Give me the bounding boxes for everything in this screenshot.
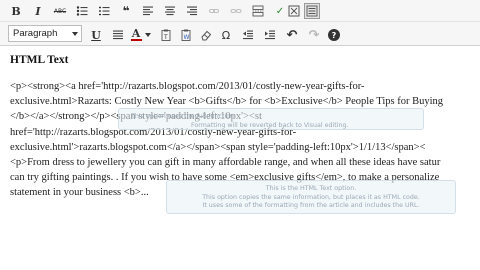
tooltip-text: This option copies the same information,… <box>202 193 420 201</box>
help-button[interactable]: ? <box>326 27 342 43</box>
tooltip-text: Formatting will be reverted back to Visu… <box>191 121 349 129</box>
text-color-icon: A <box>131 27 141 40</box>
remove-link-button[interactable] <box>228 3 244 19</box>
editor-heading: HTML Text <box>10 54 69 66</box>
kitchen-sink-button[interactable] <box>304 3 320 19</box>
redo-icon: ↷ <box>308 27 320 43</box>
tooltip-text: This is the HTML Text option. <box>265 185 357 192</box>
numbered-list-icon <box>99 6 110 16</box>
fullscreen-button[interactable] <box>286 3 302 19</box>
svg-text:T: T <box>163 34 168 41</box>
spellcheck-icon: ✓ <box>275 5 285 17</box>
paste-word-icon: W <box>181 29 191 41</box>
insert-link-button[interactable] <box>206 3 222 19</box>
editor-area[interactable]: HTML Text <p><strong><a href='http://raz… <box>0 47 480 270</box>
align-justify-icon <box>113 30 123 40</box>
paste-as-text-button[interactable]: T <box>158 27 174 43</box>
strikethrough-icon: ABC <box>53 7 67 15</box>
outdent-icon <box>243 30 253 40</box>
text-color-dropdown[interactable] <box>144 27 152 43</box>
format-select-value: Paragraph <box>13 28 58 39</box>
fullscreen-icon <box>288 5 300 17</box>
italic-icon: I <box>35 4 41 18</box>
text-color-button[interactable]: A <box>128 27 144 43</box>
eraser-icon <box>201 30 212 41</box>
indent-icon <box>265 30 275 40</box>
chevron-down-icon <box>72 32 78 36</box>
bold-icon: B <box>11 4 21 18</box>
undo-icon: ↶ <box>286 27 298 43</box>
html-text-tooltip: This is the HTML Text option. This optio… <box>166 180 456 214</box>
svg-text:W: W <box>184 34 190 41</box>
tooltip-text: This option uses the full function. <box>131 113 236 120</box>
format-select[interactable]: Paragraph <box>8 25 82 42</box>
bullet-list-button[interactable] <box>74 3 90 19</box>
tooltip-text: It uses some of the formatting from the … <box>202 202 420 210</box>
blockquote-button[interactable]: ❝ <box>118 3 134 19</box>
insert-more-button[interactable] <box>250 3 266 19</box>
underline-icon: U <box>91 28 101 42</box>
omega-icon: Ω <box>221 28 231 42</box>
special-character-button[interactable]: Ω <box>218 27 234 43</box>
align-center-icon <box>165 6 175 16</box>
bullet-list-icon <box>76 6 88 16</box>
code-line: exclusive.html'>razarts.blogspot.com</a>… <box>10 141 426 153</box>
align-center-button[interactable] <box>162 3 178 19</box>
align-justify-button[interactable] <box>110 27 126 43</box>
paste-text-icon: T <box>161 29 171 41</box>
chevron-down-icon <box>145 33 151 37</box>
text-color-swatch <box>130 39 142 41</box>
redo-button[interactable]: ↷ <box>306 27 322 43</box>
align-left-icon <box>143 6 153 16</box>
strikethrough-button[interactable]: ABC <box>52 3 68 19</box>
help-icon: ? <box>328 29 340 41</box>
outdent-button[interactable] <box>240 27 256 43</box>
align-right-icon <box>187 6 197 16</box>
undo-button[interactable]: ↶ <box>284 27 300 43</box>
align-right-button[interactable] <box>184 3 200 19</box>
italic-button[interactable]: I <box>30 3 46 19</box>
read-more-icon <box>252 5 264 17</box>
numbered-list-button[interactable] <box>96 3 112 19</box>
indent-button[interactable] <box>262 27 278 43</box>
code-line: <p><strong><a href='http://razarts.blogs… <box>10 81 365 92</box>
paste-from-word-button[interactable]: W <box>178 27 194 43</box>
toolbar-row-1: B I ABC ❝ ✓ <box>0 0 480 22</box>
underline-button[interactable]: U <box>88 27 104 43</box>
visual-editing-tooltip: This option uses the full function. Form… <box>118 108 424 130</box>
align-left-button[interactable] <box>140 3 156 19</box>
kitchen-sink-icon <box>306 5 318 17</box>
clear-formatting-button[interactable] <box>198 27 214 43</box>
unlink-icon <box>230 9 242 13</box>
link-icon <box>209 9 219 13</box>
blockquote-icon: ❝ <box>122 4 130 18</box>
bold-button[interactable]: B <box>8 3 24 19</box>
code-line: <p>From dress to jewellery you can gift … <box>10 156 441 168</box>
